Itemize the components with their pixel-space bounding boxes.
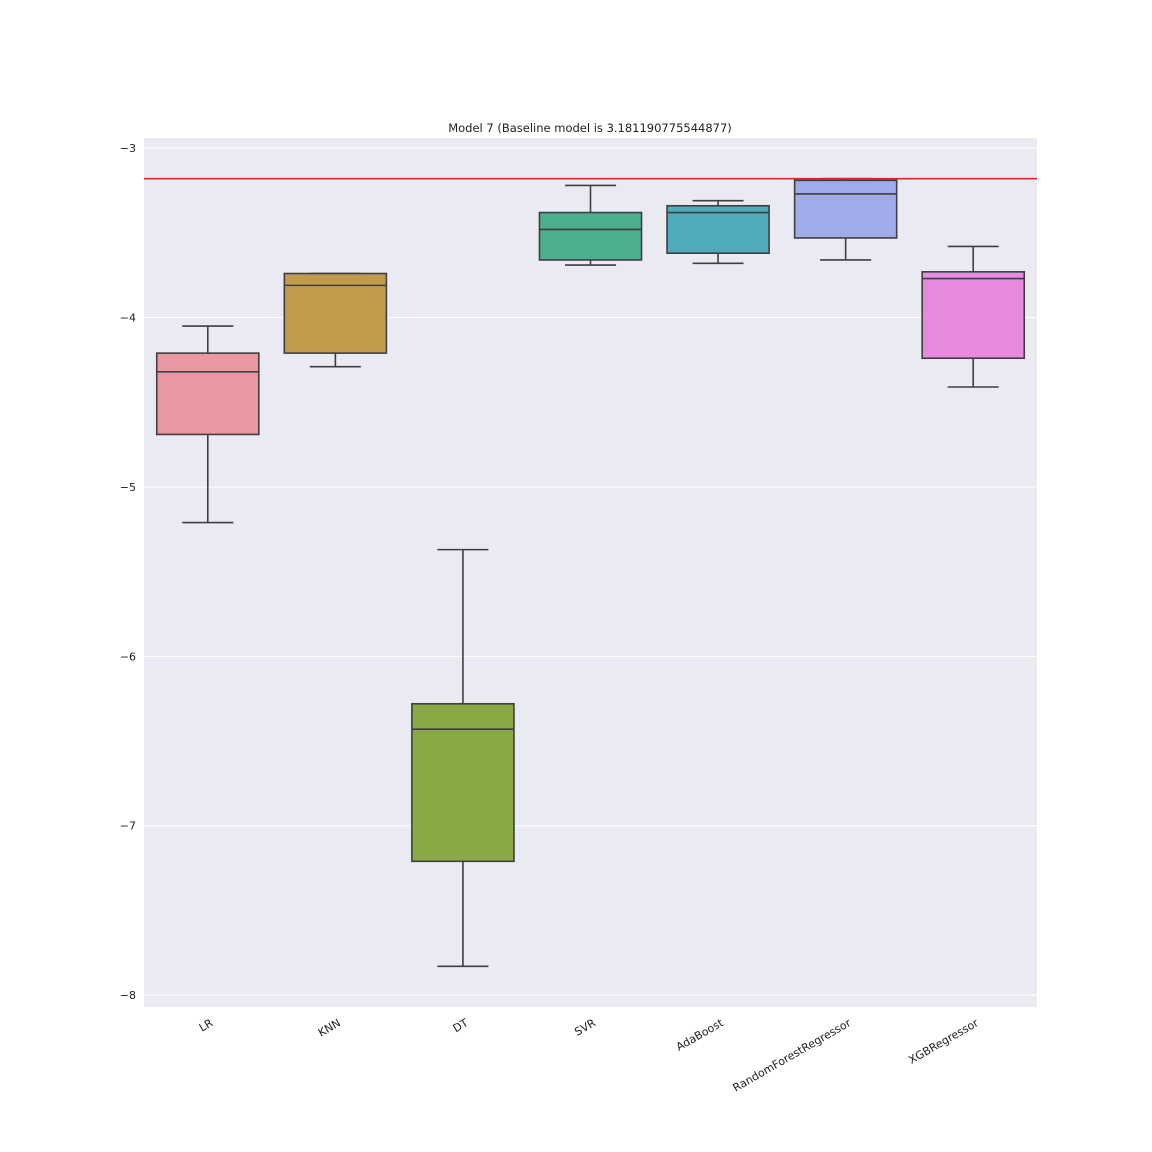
y-tick-label: −6	[120, 650, 136, 663]
x-tick-label: RandomForestRegressor	[731, 1016, 854, 1094]
x-tick-label: XGBRegressor	[906, 1016, 981, 1067]
x-tick-label: SVR	[572, 1016, 598, 1039]
x-tick-labels: LR KNN DT SVR AdaBoost RandomForestRegressor X…	[197, 1016, 981, 1095]
y-tick-label: −3	[120, 142, 136, 155]
y-tick-label: −4	[120, 312, 136, 325]
box-body	[155, 352, 260, 436]
plot-background	[144, 138, 1037, 1007]
x-tick-label: KNN	[316, 1016, 343, 1039]
box-plot-chart: −3 −4 −5 −6 −7 −8 LR KNN DT SVR AdaBoost RandomFor…	[120, 121, 1037, 1095]
box-knn	[283, 272, 388, 368]
x-tick-label: DT	[451, 1016, 471, 1035]
box-body	[538, 211, 643, 261]
x-tick-label: AdaBoost	[674, 1016, 726, 1054]
box-adaboost	[666, 199, 770, 265]
box-body	[411, 702, 515, 863]
box-body	[921, 271, 1026, 360]
box-body	[793, 179, 898, 239]
chart-title: Model 7 (Baseline model is 3.18119077554…	[448, 121, 732, 135]
y-tick-label: −7	[120, 820, 136, 833]
chart-container: −3 −4 −5 −6 −7 −8 LR KNN DT SVR AdaBoost RandomFor…	[0, 0, 1152, 1152]
y-tick-label: −5	[120, 481, 136, 494]
y-tick-label: −8	[120, 989, 136, 1002]
x-tick-label: LR	[197, 1016, 216, 1034]
y-tick-labels: −3 −4 −5 −6 −7 −8	[120, 142, 136, 1002]
